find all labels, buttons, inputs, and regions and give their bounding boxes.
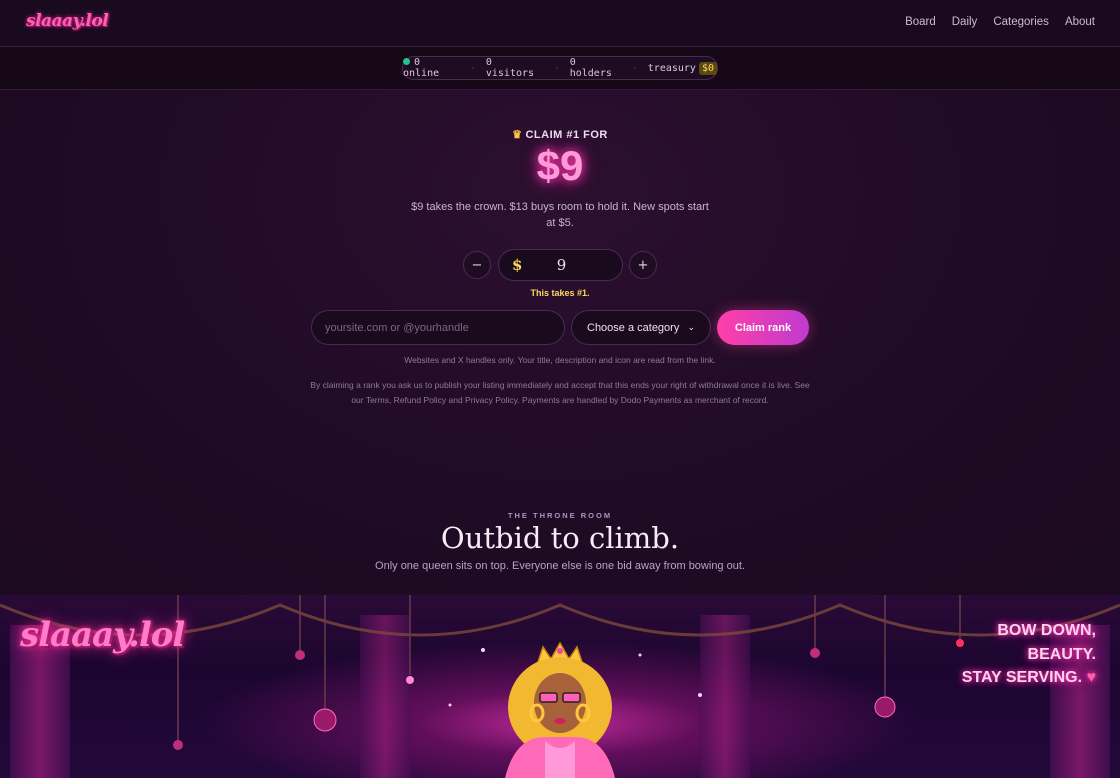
banner-tagline: BOW DOWN, BEAUTY. STAY SERVING. ♥	[962, 619, 1096, 690]
tagline-line: STAY SERVING. ♥	[962, 666, 1096, 690]
treasury-stat: treasury $0	[647, 61, 717, 75]
holders-count: 0 holders	[569, 57, 612, 79]
stats-pill: 0 online · 0 visitors · 0 holders · trea…	[402, 56, 718, 80]
heart-icon: ♥	[1086, 669, 1097, 686]
section-kicker: THE THRONE ROOM	[507, 511, 613, 520]
claim-heading-text: CLAIM #1 FOR	[525, 129, 608, 141]
bid-amount-input[interactable]: $ 9	[498, 249, 623, 281]
category-select[interactable]: Choose a category ⌄	[571, 310, 711, 345]
nav-link-about[interactable]: About	[1065, 16, 1095, 28]
online-status-dot-icon	[403, 58, 410, 65]
chevron-down-icon: ⌄	[687, 322, 695, 332]
increase-amount-button[interactable]: +	[629, 251, 657, 279]
decrease-amount-button[interactable]: −	[463, 251, 491, 279]
rank-preview-text: This takes #1.	[530, 288, 590, 298]
separator: ·	[553, 62, 560, 74]
top-navigation-bar: slaaay.lol Board Daily Categories About	[0, 0, 1120, 47]
nav-link-categories[interactable]: Categories	[993, 16, 1049, 28]
claim-heading: ♛ CLAIM #1 FOR	[0, 128, 1120, 141]
throne-room-banner: slaaay.lol BOW DOWN, BEAUTY. STAY SERVIN…	[0, 595, 1120, 778]
crown-icon: ♛	[512, 129, 523, 141]
banner-logo: slaaay.lol	[20, 615, 185, 655]
nav-link-daily[interactable]: Daily	[952, 16, 978, 28]
separator: ·	[469, 62, 476, 74]
input-help-text: Websites and X handles only. Your title,…	[404, 355, 716, 365]
queen-character-illustration	[505, 641, 615, 778]
site-logo[interactable]: slaaay.lol	[26, 11, 109, 31]
claim-rank-button[interactable]: Claim rank	[717, 310, 809, 345]
treasury-value: $0	[698, 61, 717, 75]
separator: ·	[631, 62, 638, 74]
url-handle-input[interactable]	[311, 310, 565, 345]
category-select-value: Choose a category	[587, 321, 680, 334]
claim-price: $9	[536, 142, 584, 189]
online-stat: 0 online	[403, 57, 460, 79]
stats-bar: 0 online · 0 visitors · 0 holders · trea…	[0, 47, 1120, 90]
main-nav: Board Daily Categories About	[905, 16, 1095, 28]
section-title: Outbid to climb.	[440, 521, 680, 555]
tagline-line: BEAUTY.	[1027, 645, 1096, 663]
tagline-line-text: STAY SERVING.	[961, 669, 1083, 686]
section-subtitle: Only one queen sits on top. Everyone els…	[375, 560, 745, 572]
bid-amount-value: 9	[556, 256, 567, 274]
nav-link-board[interactable]: Board	[905, 16, 936, 28]
tagline-line: BOW DOWN,	[997, 622, 1096, 639]
claim-description: $9 takes the crown. $13 buys room to hol…	[411, 201, 709, 229]
visitors-count: 0 visitors	[485, 57, 535, 79]
legal-notice: By claiming a rank you ask us to publish…	[310, 380, 810, 405]
treasury-label: treasury	[647, 62, 696, 74]
